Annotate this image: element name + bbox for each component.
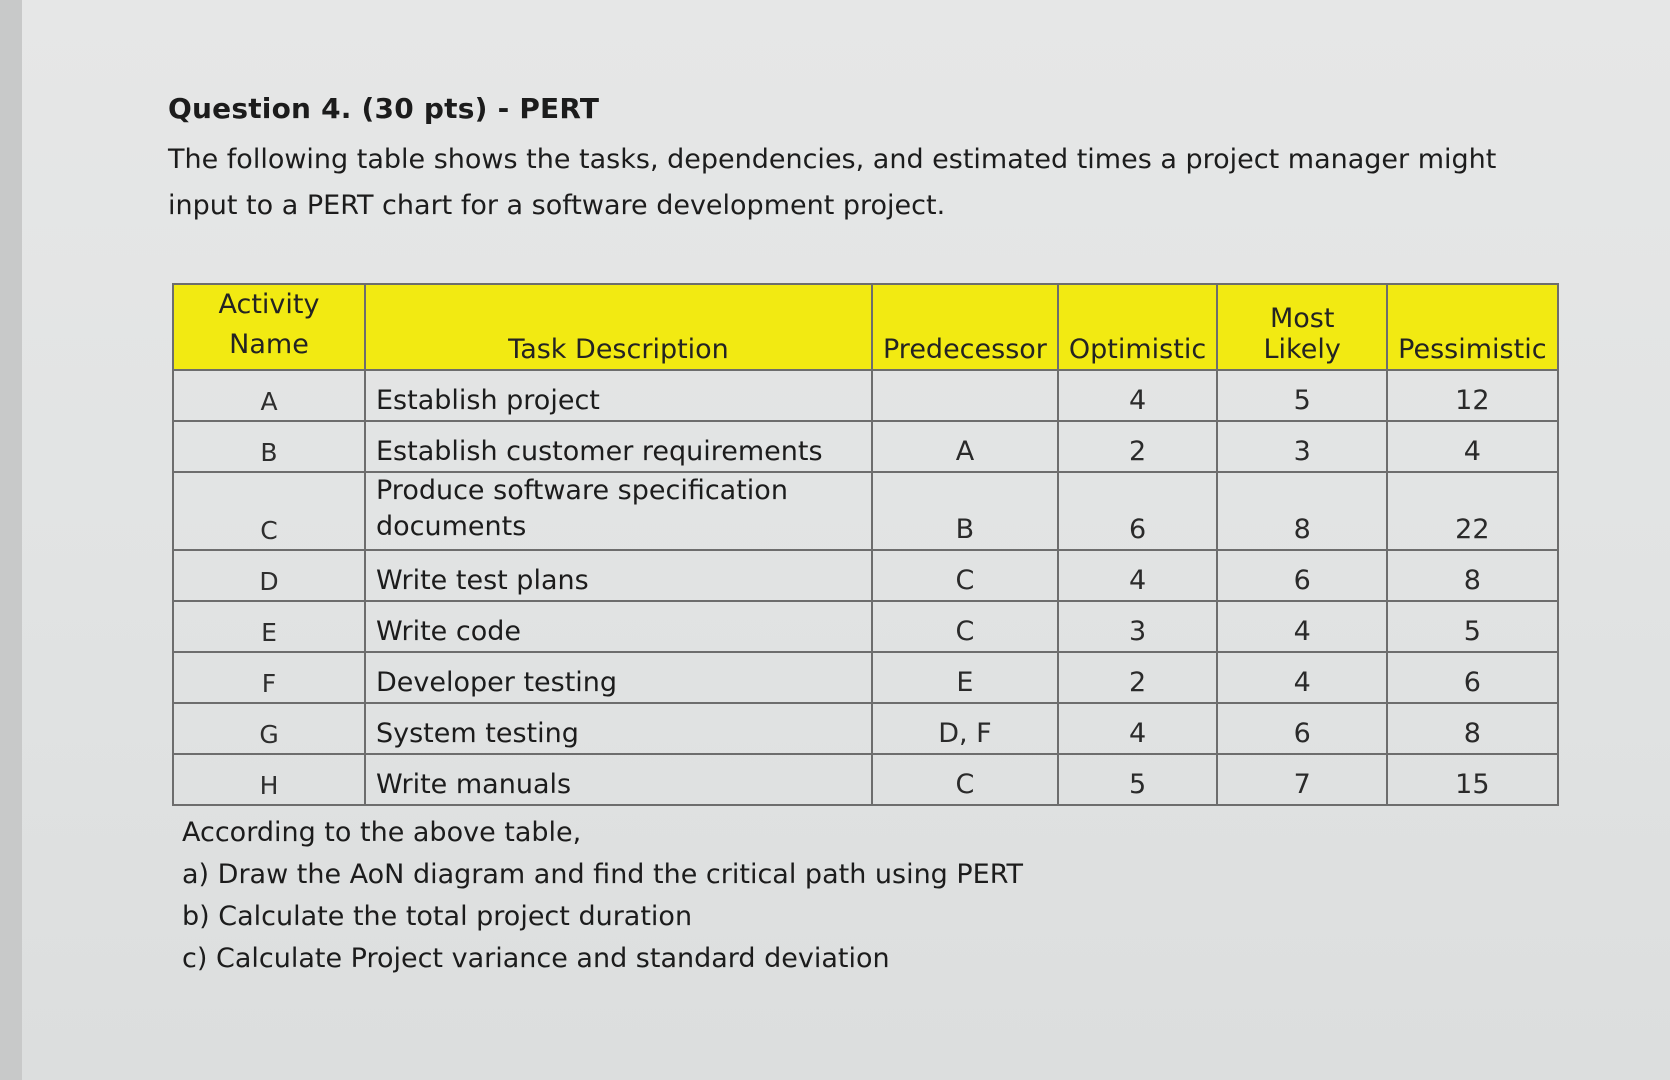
header-most-likely: Most Likely	[1216, 283, 1389, 371]
question-intro: The following table shows the tasks, dep…	[168, 144, 1497, 221]
header-predecessor: Predecessor	[871, 283, 1059, 371]
header-optimistic: Optimistic	[1056, 283, 1219, 371]
cell-task: Establish project	[364, 369, 873, 422]
question-block: Question 4. (30 pts) - PERT The following…	[168, 92, 1568, 229]
cell-most-likely: 8	[1216, 471, 1389, 551]
cell-most-likely: 4	[1216, 651, 1389, 704]
cell-pessimistic: 8	[1386, 702, 1559, 755]
cell-task: Establish customer requirements	[364, 420, 873, 473]
cell-pessimistic: 8	[1386, 549, 1559, 602]
prompt-c: c) Calculate Project variance and standa…	[182, 943, 890, 974]
cell-pessimistic: 12	[1386, 369, 1559, 422]
cell-optimistic: 5	[1056, 753, 1219, 806]
header-activity-name: Activity Name	[172, 283, 366, 371]
cell-task: Write code	[364, 600, 873, 653]
cell-pessimistic: 6	[1386, 651, 1559, 704]
cell-predecessor: A	[871, 420, 1059, 473]
question-prompts: According to the above table, a) Draw th…	[182, 812, 1023, 980]
prompt-a: a) Draw the AoN diagram and find the cri…	[182, 859, 1024, 890]
cell-task: Produce software specification documents	[364, 471, 873, 551]
header-task-description: Task Description	[364, 283, 873, 371]
cell-task: System testing	[364, 702, 873, 755]
cell-optimistic: 2	[1056, 420, 1219, 473]
cell-most-likely: 6	[1216, 702, 1389, 755]
header-activity-line1: Activity	[218, 289, 320, 320]
cell-optimistic: 6	[1056, 471, 1219, 551]
question-number: Question 4. (30 pts)	[168, 92, 488, 125]
cell-activity: B	[172, 420, 366, 473]
cell-most-likely: 6	[1216, 549, 1389, 602]
cell-optimistic: 2	[1056, 651, 1219, 704]
table-row: A Establish project 4 5 12	[172, 369, 1559, 422]
cell-pessimistic: 22	[1386, 471, 1559, 551]
cell-task: Write test plans	[364, 549, 873, 602]
cell-optimistic: 4	[1056, 549, 1219, 602]
cell-predecessor: D, F	[871, 702, 1059, 755]
cell-activity: F	[172, 651, 366, 704]
table-row: C Produce software specification documen…	[172, 471, 1559, 551]
cell-predecessor: C	[871, 549, 1059, 602]
question-topic: - PERT	[497, 92, 600, 125]
cell-optimistic: 4	[1056, 702, 1219, 755]
cell-task: Developer testing	[364, 651, 873, 704]
cell-most-likely: 5	[1216, 369, 1389, 422]
cell-activity: D	[172, 549, 366, 602]
cell-pessimistic: 5	[1386, 600, 1559, 653]
cell-most-likely: 3	[1216, 420, 1389, 473]
header-pessimistic: Pessimistic	[1386, 283, 1559, 371]
cell-predecessor: B	[871, 471, 1059, 551]
cell-activity: G	[172, 702, 366, 755]
cell-predecessor: E	[871, 651, 1059, 704]
table-row: B Establish customer requirements A 2 3 …	[172, 420, 1559, 473]
cell-optimistic: 4	[1056, 369, 1219, 422]
question-title: Question 4. (30 pts) - PERT	[168, 92, 1568, 125]
screen: Question 4. (30 pts) - PERT The following…	[0, 0, 1670, 1080]
cell-most-likely: 7	[1216, 753, 1389, 806]
header-activity-line2: Name	[229, 329, 309, 360]
cell-optimistic: 3	[1056, 600, 1219, 653]
table-header-row: Activity Name Task Description Predecess…	[172, 283, 1559, 371]
table-row: D Write test plans C 4 6 8	[172, 549, 1559, 602]
pert-table: Activity Name Task Description Predecess…	[172, 283, 1559, 806]
table-row: H Write manuals C 5 7 15	[172, 753, 1559, 806]
table-row: E Write code C 3 4 5	[172, 600, 1559, 653]
cell-activity: A	[172, 369, 366, 422]
table-row: G System testing D, F 4 6 8	[172, 702, 1559, 755]
cell-pessimistic: 4	[1386, 420, 1559, 473]
table-row: F Developer testing E 2 4 6	[172, 651, 1559, 704]
cell-task: Write manuals	[364, 753, 873, 806]
cell-predecessor	[871, 369, 1059, 422]
cell-pessimistic: 15	[1386, 753, 1559, 806]
cell-activity: C	[172, 471, 366, 551]
cell-most-likely: 4	[1216, 600, 1389, 653]
prompt-b: b) Calculate the total project duration	[182, 901, 693, 932]
prompt-lead: According to the above table,	[182, 817, 582, 848]
screen-bezel	[0, 0, 22, 1080]
cell-activity: E	[172, 600, 366, 653]
cell-activity: H	[172, 753, 366, 806]
cell-predecessor: C	[871, 753, 1059, 806]
cell-predecessor: C	[871, 600, 1059, 653]
